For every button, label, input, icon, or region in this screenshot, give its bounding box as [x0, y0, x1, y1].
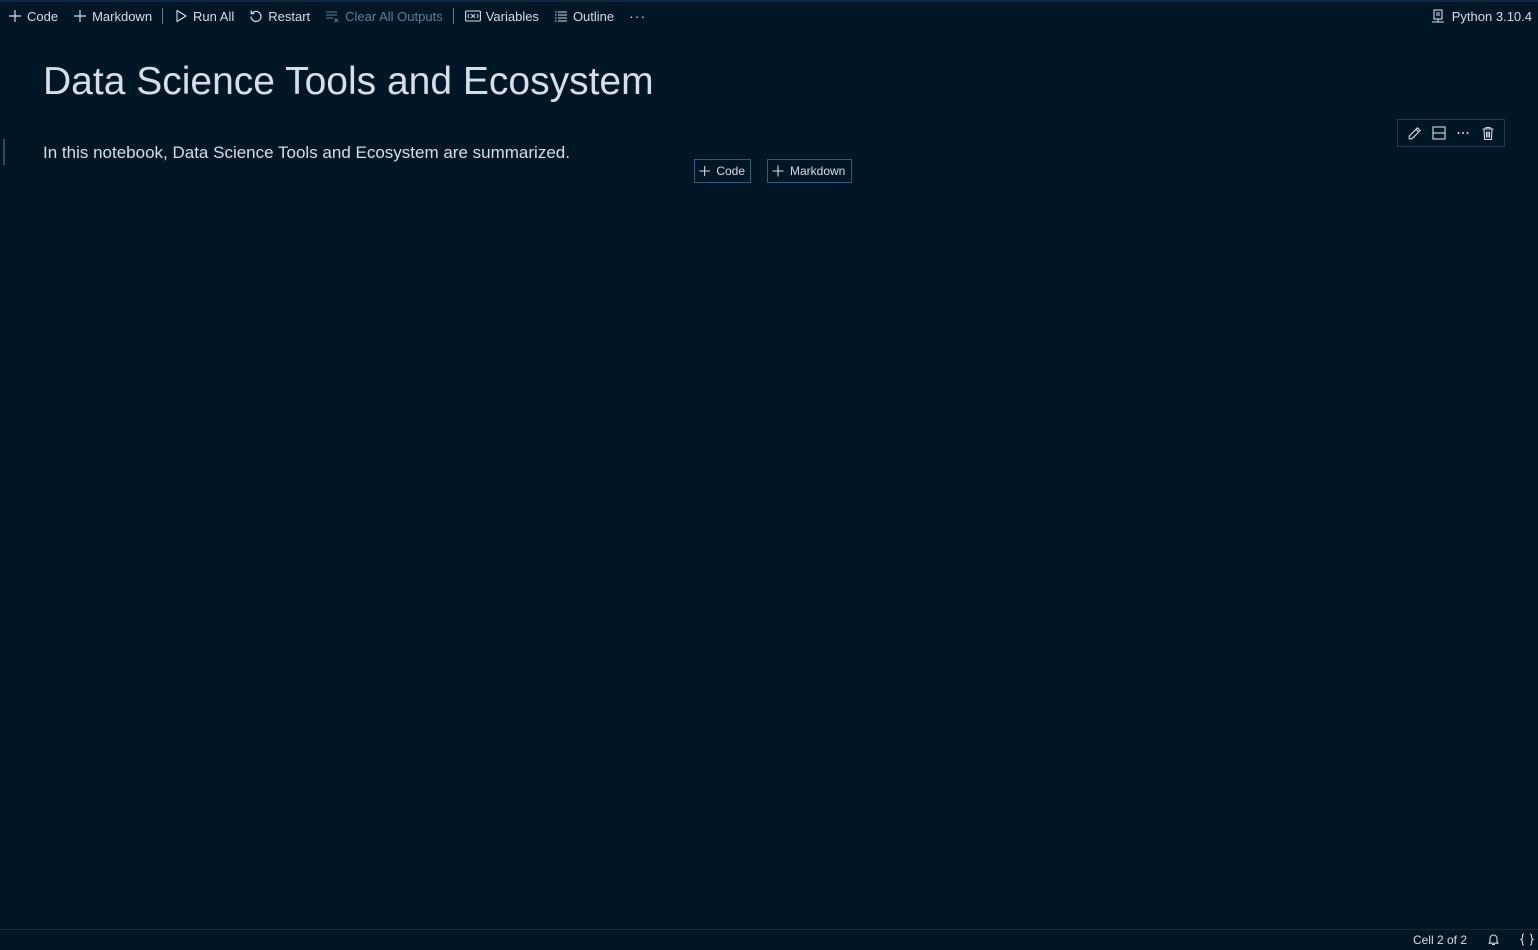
toolbar-separator [162, 8, 164, 24]
insert-code-cell-button[interactable]: Code [694, 159, 751, 183]
insert-code-label: Code [716, 164, 745, 178]
restart-label: Restart [268, 8, 311, 24]
cell-position-label: Cell 2 of 2 [1412, 932, 1467, 947]
more-icon: ··· [629, 8, 647, 24]
add-markdown-cell-button[interactable]: Markdown [65, 5, 159, 27]
add-code-cell-button[interactable]: Code [0, 5, 65, 27]
json-status-button[interactable] [1510, 930, 1538, 950]
add-code-label: Code [27, 8, 59, 24]
more-actions-button[interactable]: ··· [621, 5, 654, 27]
clear-all-outputs-button[interactable]: Clear All Outputs [317, 5, 450, 27]
cell-position-indicator[interactable]: Cell 2 of 2 [1403, 930, 1477, 950]
clear-all-icon [326, 11, 339, 23]
variables-icon [464, 10, 481, 22]
bell-icon [1488, 934, 1499, 946]
add-markdown-label: Markdown [92, 8, 153, 24]
restart-icon [250, 10, 262, 23]
insert-markdown-label: Markdown [790, 164, 846, 178]
markdown-cell-title[interactable]: Data Science Tools and Ecosystem [43, 60, 654, 104]
kernel-picker[interactable]: Python 3.10.4 [1431, 3, 1532, 29]
cell-toolbar [1397, 119, 1505, 147]
kernel-label: Python 3.10.4 [1451, 8, 1532, 24]
notifications-button[interactable] [1477, 930, 1510, 950]
split-cell-button[interactable] [1428, 122, 1450, 144]
run-all-button[interactable]: Run All [166, 5, 241, 27]
plus-icon [699, 165, 710, 177]
edit-cell-button[interactable] [1403, 122, 1425, 144]
cell-focus-indicator [3, 139, 5, 165]
server-icon [1431, 9, 1444, 23]
clear-all-outputs-label: Clear All Outputs [345, 8, 443, 24]
play-icon [176, 9, 187, 23]
markdown-cell-intro[interactable]: In this notebook, Data Science Tools and… [43, 143, 570, 163]
restart-button[interactable]: Restart [241, 5, 317, 27]
outline-button[interactable]: Outline [546, 5, 621, 27]
braces-icon [1520, 933, 1534, 946]
more-icon [1457, 132, 1469, 134]
status-bar: Cell 2 of 2 [0, 929, 1538, 949]
split-cell-icon [1432, 126, 1446, 140]
variables-label: Variables [485, 8, 539, 24]
toolbar-separator [452, 8, 454, 24]
window-top-border [0, 0, 1538, 2]
trash-icon [1482, 126, 1494, 140]
notebook-toolbar: Code Markdown Run All Restart Clear All … [0, 3, 1538, 29]
delete-cell-button[interactable] [1477, 122, 1499, 144]
insert-markdown-cell-button[interactable]: Markdown [767, 159, 852, 183]
plus-icon [9, 10, 21, 22]
run-all-label: Run All [193, 8, 235, 24]
variables-button[interactable]: Variables [457, 5, 546, 27]
cell-more-button[interactable] [1452, 122, 1474, 144]
list-icon [554, 11, 567, 22]
plus-icon [772, 165, 784, 177]
plus-icon [74, 10, 87, 22]
outline-label: Outline [572, 8, 615, 24]
pencil-icon [1408, 126, 1421, 139]
